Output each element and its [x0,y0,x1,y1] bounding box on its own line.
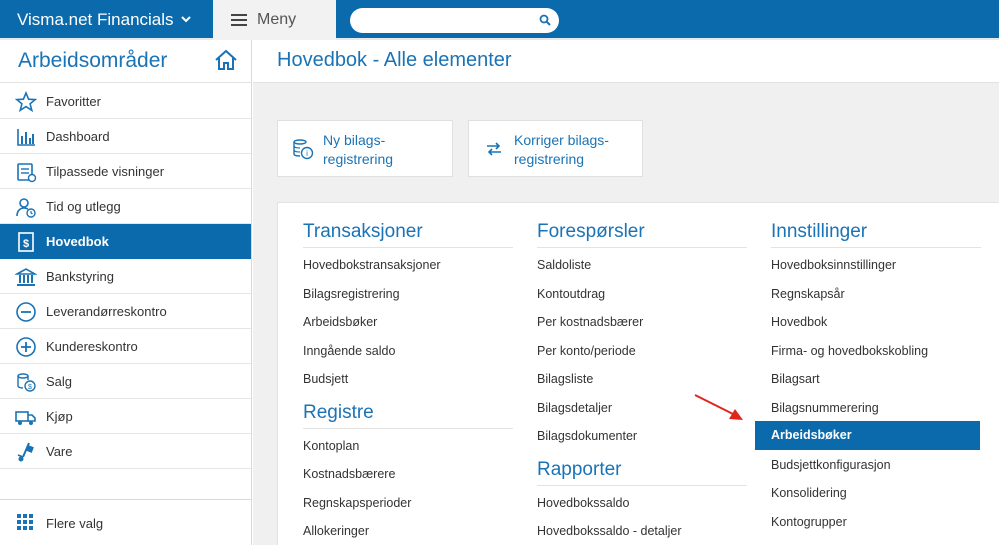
sidebar-item-leverandorreskontro[interactable]: Leverandørreskontro [0,294,251,329]
link-bilagsdetaljer[interactable]: Bilagsdetaljer [537,401,612,415]
link-hovedbokssaldo-detaljer[interactable]: Hovedbokssaldo - detaljer [537,524,682,538]
coins-icon: i [293,139,314,160]
sidebar-item-dashboard[interactable]: Dashboard [0,119,251,154]
custom-view-icon [17,163,37,183]
sidebar-item-tilpassede-visninger[interactable]: Tilpassede visninger [0,154,251,189]
plus-circle-icon [16,337,36,357]
time-expense-icon [16,198,36,218]
grid-dots-icon [17,514,33,530]
product-name: Visma.net Financials [17,10,174,29]
sidebar-item-vare[interactable]: Vare [0,434,251,469]
section-title-registre: Registre [303,402,513,429]
link-budsjett[interactable]: Budsjett [303,372,348,386]
tile-ny-bilagsregistrering[interactable]: i Ny bilags- registrering [277,120,453,177]
minus-circle-icon [16,302,36,322]
link-per-kostnadsbaerer[interactable]: Per kostnadsbærer [537,315,643,329]
menu-button[interactable]: Meny [213,0,336,40]
tile-label-line2: registrering [323,151,394,167]
product-switcher[interactable]: Visma.net Financials [0,0,212,38]
section-title-foresporsler: Forespørsler [537,221,747,248]
sidebar-item-bankstyring[interactable]: Bankstyring [0,259,251,294]
sales-icon: $ [17,373,36,392]
workspace-panel: Transaksjoner Hovedbokstransaksjoner Bil… [277,202,999,545]
sidebar-item-label: Leverandørreskontro [46,304,167,319]
sidebar-item-hovedbok[interactable]: $ Hovedbok [0,224,251,259]
sidebar-item-salg[interactable]: $ Salg [0,364,251,399]
star-icon [15,91,37,113]
tile-label-line1: Ny bilags- [323,132,386,148]
link-kostnadsbaerere[interactable]: Kostnadsbærere [303,467,395,481]
menu-label: Meny [257,11,297,28]
page-title: Hovedbok - Alle elementer [277,49,512,71]
link-kontoplan[interactable]: Kontoplan [303,439,359,453]
section-title-transaksjoner: Transaksjoner [303,221,513,248]
sidebar-item-kjop[interactable]: Kjøp [0,399,251,434]
sidebar-header: Arbeidsområder [0,40,251,83]
sidebar-item-favoritter[interactable]: Favoritter [0,84,251,119]
svg-text:i: i [306,149,308,158]
sidebar-item-tid-og-utlegg[interactable]: Tid og utlegg [0,189,251,224]
link-hovedboksinnstillinger[interactable]: Hovedboksinnstillinger [771,258,896,272]
ledger-icon: $ [18,232,34,252]
link-budsjettkonfigurasjon[interactable]: Budsjettkonfigurasjon [771,458,891,472]
link-hovedbok[interactable]: Hovedbok [771,315,827,329]
link-arbeidsboker-highlighted[interactable]: Arbeidsbøker [755,421,980,450]
sidebar-item-label: Bankstyring [46,269,114,284]
link-allokeringer[interactable]: Allokeringer [303,524,369,538]
sidebar-item-label: Tilpassede visninger [46,164,165,179]
link-firma-og-hovedbokskobling[interactable]: Firma- og hovedbokskobling [771,344,928,358]
section-title-innstillinger: Innstillinger [771,221,981,248]
link-kontoutdrag[interactable]: Kontoutdrag [537,287,605,301]
tile-korriger-bilagsregistrering[interactable]: Korriger bilags- registrering [468,120,643,177]
hand-truck-icon [17,442,34,462]
swap-arrows-icon [487,142,501,156]
more-options-label: Flere valg [46,516,104,531]
section-title-rapporter: Rapporter [537,459,747,486]
bar-chart-icon [17,129,35,146]
sidebar-item-label: Favoritter [46,94,101,109]
sidebar-title: Arbeidsområder [18,49,168,72]
sidebar-item-label: Dashboard [46,129,110,144]
link-regnskapsperioder[interactable]: Regnskapsperioder [303,496,411,510]
chevron-down-icon [181,16,191,23]
link-per-konto-periode[interactable]: Per konto/periode [537,344,636,358]
sidebar: Arbeidsområder Favoritter Dashboard Tilp… [0,40,252,545]
search-input[interactable] [350,8,535,33]
link-bilagsnummerering[interactable]: Bilagsnummerering [771,401,879,415]
page-header: Hovedbok - Alle elementer [253,40,999,83]
sidebar-item-label: Salg [46,374,73,389]
link-bilagsliste[interactable]: Bilagsliste [537,372,593,386]
link-hovedbokssaldo[interactable]: Hovedbokssaldo [537,496,629,510]
link-konsolidering[interactable]: Konsolidering [771,486,847,500]
link-kontogrupper[interactable]: Kontogrupper [771,515,847,529]
main-content: Hovedbok - Alle elementer i Ny bilags- r… [253,40,999,545]
link-saldoliste[interactable]: Saldoliste [537,258,591,272]
hamburger-icon [231,14,247,26]
sidebar-item-label: Tid og utlegg [46,199,121,214]
bank-icon [15,268,37,286]
sidebar-item-label: Vare [46,444,73,459]
svg-text:$: $ [23,238,29,250]
sidebar-item-label: Kjøp [46,409,73,424]
svg-text:$: $ [28,384,32,391]
top-bar: Visma.net Financials Meny [0,0,999,40]
home-icon[interactable] [214,49,238,71]
truck-icon [15,411,36,425]
link-hovedbokstransaksjoner[interactable]: Hovedbokstransaksjoner [303,258,441,272]
link-regnskapsar[interactable]: Regnskapsår [771,287,845,301]
link-bilagsregistrering[interactable]: Bilagsregistrering [303,287,400,301]
sidebar-item-label: Kundereskontro [46,339,138,354]
link-bilagsart[interactable]: Bilagsart [771,372,820,386]
search-icon[interactable] [539,14,551,26]
more-options-button[interactable]: Flere valg [0,499,251,545]
annotation-arrow-icon [694,394,743,420]
tile-label-line2: registrering [514,151,585,167]
link-arbeidsboker[interactable]: Arbeidsbøker [303,315,377,329]
link-bilagsdokumenter[interactable]: Bilagsdokumenter [537,429,637,443]
sidebar-item-kundereskontro[interactable]: Kundereskontro [0,329,251,364]
search-box [350,8,559,33]
tile-label-line1: Korriger bilags- [514,132,609,148]
link-inngaende-saldo[interactable]: Inngående saldo [303,344,395,358]
sidebar-item-label: Hovedbok [46,234,109,249]
